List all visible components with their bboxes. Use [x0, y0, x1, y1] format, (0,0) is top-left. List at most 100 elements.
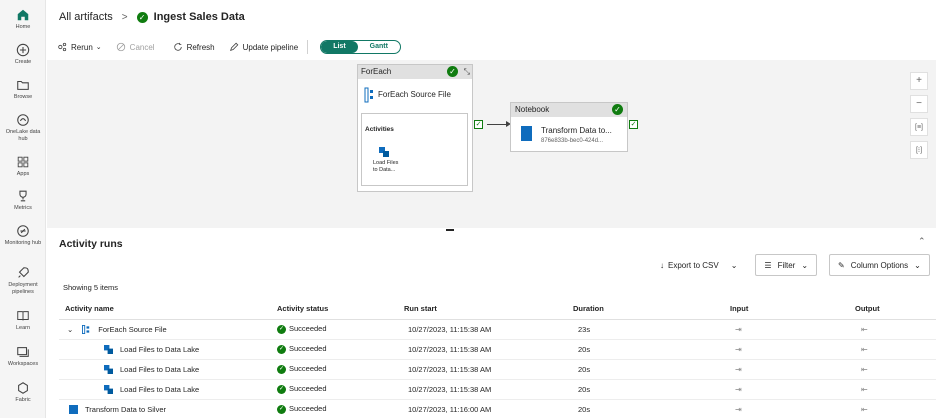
- activity-name[interactable]: Transform Data to Silver: [85, 405, 166, 414]
- rerun-icon: [58, 42, 67, 52]
- filter-button[interactable]: ☰ Filter ⌄: [755, 254, 818, 276]
- rail-item-deployment[interactable]: Deployment pipelines: [0, 266, 46, 295]
- input-icon[interactable]: ⇥: [735, 405, 742, 414]
- copy-data-icon: [379, 147, 389, 157]
- output-icon[interactable]: ⇤: [861, 385, 868, 394]
- table-row[interactable]: Transform Data to Silver ✓ Succeeded 10/2…: [59, 399, 936, 418]
- rail-item-fabric[interactable]: Fabric: [0, 381, 46, 404]
- toolbar: Rerun ⌄ Cancel Refresh Update pipeline L…: [47, 36, 936, 58]
- view-toggle: List Gantt: [320, 40, 401, 54]
- copy-data-icon: [104, 364, 113, 374]
- success-connector-icon: ✓: [629, 120, 638, 129]
- rail-item-workspaces[interactable]: Workspaces: [0, 345, 46, 368]
- column-header-start[interactable]: Run start: [404, 299, 573, 320]
- table-row[interactable]: Load Files to Data Lake ✓ Succeeded 10/27…: [59, 379, 936, 400]
- rail-item-browse[interactable]: Browse: [0, 78, 46, 101]
- table-row[interactable]: Load Files to Data Lake ✓ Succeeded 10/27…: [59, 339, 936, 360]
- cancel-icon: [116, 42, 125, 52]
- page-header: All artifacts > ✓ Ingest Sales Data Reru…: [47, 0, 936, 60]
- output-icon[interactable]: ⇤: [861, 365, 868, 374]
- notebook-node-header: Notebook ✓: [511, 103, 627, 117]
- chevron-down-icon[interactable]: ⌄: [67, 325, 73, 334]
- minus-icon: −: [916, 98, 922, 109]
- activity-runs-table: Activity name Activity status Run start …: [59, 299, 936, 418]
- foreach-activity-node[interactable]: ForEach ✓ ⤡ ForEach Source File Activiti…: [357, 64, 473, 192]
- input-icon[interactable]: ⇥: [735, 325, 742, 334]
- output-icon[interactable]: ⇤: [861, 325, 868, 334]
- activity-name[interactable]: Load Files to Data Lake: [120, 365, 199, 374]
- output-icon[interactable]: ⇤: [861, 405, 868, 414]
- activity-status: Succeeded: [289, 344, 327, 354]
- rail-item-create[interactable]: Create: [0, 43, 46, 66]
- success-check-icon: ✓: [277, 384, 286, 394]
- rail-item-monitoring[interactable]: Monitoring hub: [0, 224, 46, 247]
- table-row[interactable]: ⌄ ForEach Source File ✓ Succeeded 10/27/2…: [59, 319, 936, 340]
- column-header-output[interactable]: Output: [805, 299, 936, 320]
- pane-splitter[interactable]: [446, 229, 454, 231]
- view-toggle-list[interactable]: List: [321, 41, 358, 53]
- export-to-csv-button[interactable]: ↓ Export to CSV ⌄: [660, 261, 737, 270]
- output-icon[interactable]: ⇤: [861, 345, 868, 354]
- table-row[interactable]: Load Files to Data Lake ✓ Succeeded 10/27…: [59, 359, 936, 380]
- left-rail: Home Create Browse OneLake data hub Apps…: [0, 0, 46, 418]
- column-options-button[interactable]: ✎ Column Options ⌄: [829, 254, 930, 276]
- collapse-icon[interactable]: ⤡: [464, 65, 470, 79]
- success-check-icon: ✓: [447, 66, 458, 77]
- rail-item-learn[interactable]: Learn: [0, 309, 46, 332]
- breadcrumb: All artifacts > ✓ Ingest Sales Data: [59, 11, 245, 23]
- cancel-button[interactable]: Cancel: [116, 42, 155, 52]
- run-start: 10/27/2023, 11:16:00 AM: [404, 399, 573, 418]
- input-icon[interactable]: ⇥: [735, 385, 742, 394]
- rail-item-metrics[interactable]: Metrics: [0, 189, 46, 212]
- chevron-down-icon[interactable]: ⌄: [731, 261, 738, 270]
- rerun-button[interactable]: Rerun ⌄: [57, 42, 102, 52]
- duration: 20s: [573, 399, 678, 418]
- zoom-out-button[interactable]: −: [910, 95, 928, 113]
- pipeline-canvas[interactable]: + − [≡] [⁝] ForEach ✓ ⤡ ForEach Source F…: [47, 60, 936, 228]
- copy-data-icon: [104, 344, 113, 354]
- rail-item-apps[interactable]: Apps: [0, 155, 46, 178]
- refresh-icon: [173, 42, 182, 51]
- rail-item-onelake[interactable]: OneLake data hub: [0, 113, 46, 142]
- duration: 20s: [573, 379, 678, 400]
- notebook-icon: [521, 126, 532, 141]
- activity-name[interactable]: Load Files to Data Lake: [120, 385, 199, 394]
- activity-status: Succeeded: [289, 384, 327, 394]
- duration: 20s: [573, 359, 678, 380]
- plus-circle-icon: [16, 43, 30, 57]
- update-pipeline-button[interactable]: Update pipeline: [229, 42, 298, 52]
- foreach-child-label[interactable]: Load Files to Data...: [373, 160, 413, 174]
- auto-align-button[interactable]: [⁝]: [910, 141, 928, 159]
- success-connector-icon: ✓: [474, 120, 483, 129]
- column-header-duration[interactable]: Duration: [573, 299, 678, 320]
- zoom-in-button[interactable]: +: [910, 72, 928, 90]
- notebook-activity-node[interactable]: Notebook ✓ Transform Data to... 876e833b…: [510, 102, 628, 152]
- chevron-up-icon[interactable]: ⌃: [918, 236, 926, 247]
- activity-runs-title: Activity runs: [59, 238, 123, 250]
- rail-item-home[interactable]: Home: [0, 8, 46, 31]
- success-check-icon: ✓: [612, 104, 623, 115]
- foreach-activities-container: Activities Load Files to Data...: [361, 113, 468, 186]
- input-icon[interactable]: ⇥: [735, 345, 742, 354]
- column-header-input[interactable]: Input: [678, 299, 805, 320]
- apps-icon: [17, 156, 29, 168]
- column-header-name[interactable]: Activity name: [59, 299, 277, 320]
- align-icon: [⁝]: [915, 147, 923, 154]
- refresh-button[interactable]: Refresh: [173, 42, 215, 52]
- breadcrumb-all-artifacts[interactable]: All artifacts: [59, 11, 113, 23]
- onelake-icon: [17, 114, 29, 126]
- activity-name[interactable]: ForEach Source File: [98, 325, 166, 334]
- fit-to-screen-button[interactable]: [≡]: [910, 118, 928, 136]
- chevron-down-icon: ⌄: [801, 260, 809, 270]
- input-icon[interactable]: ⇥: [735, 365, 742, 374]
- foreach-node-header: ForEach ✓ ⤡: [358, 65, 472, 79]
- view-toggle-gantt[interactable]: Gantt: [358, 41, 400, 53]
- items-count: Showing 5 items: [63, 283, 119, 292]
- fabric-icon: [18, 382, 28, 394]
- duration: 23s: [573, 319, 678, 340]
- foreach-node-title: ForEach Source File: [378, 90, 451, 99]
- column-header-status[interactable]: Activity status: [277, 299, 404, 320]
- success-check-icon: ✓: [277, 344, 286, 354]
- pencil-icon: [229, 42, 238, 51]
- activity-name[interactable]: Load Files to Data Lake: [120, 345, 199, 354]
